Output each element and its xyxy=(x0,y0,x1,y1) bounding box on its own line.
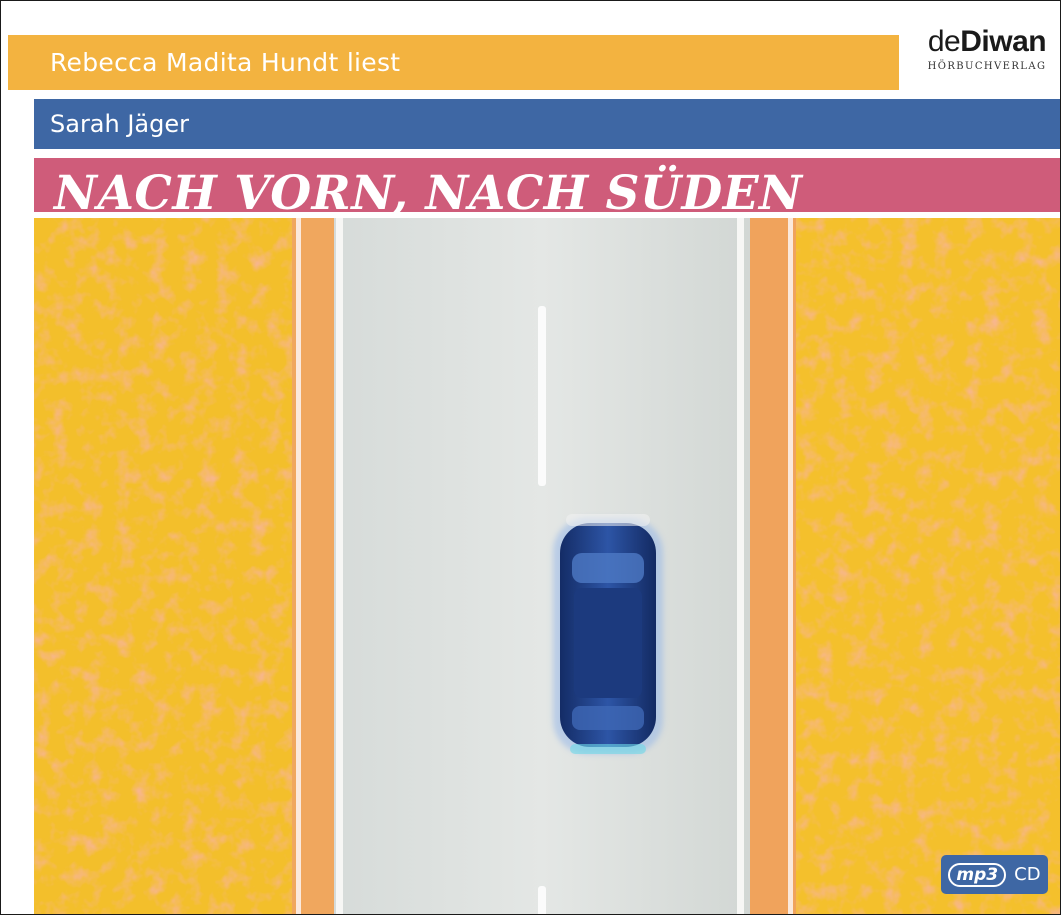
narrator-band: Rebecca Madita Hundt liest xyxy=(8,35,899,90)
publisher-logo-subtitle: HÖRBUCHVERLAG xyxy=(927,61,1047,72)
author-name: Sarah Jäger xyxy=(50,110,190,138)
aerial-road-image xyxy=(34,218,1060,914)
publisher-logo-wordmark: deDiwan xyxy=(927,25,1047,58)
lane-marking xyxy=(538,306,546,486)
book-title: NACH VORN, NACH SÜDEN xyxy=(54,166,803,212)
lane-marking xyxy=(538,886,546,914)
audiobook-cover: Rebecca Madita Hundt liest deDiwan HÖRBU… xyxy=(0,0,1061,915)
mp3-icon: mp3 xyxy=(948,862,1007,887)
mp3-cd-badge: mp3 CD xyxy=(941,855,1048,894)
road-illustration xyxy=(34,218,1060,914)
cd-label: CD xyxy=(1014,864,1041,885)
blue-car xyxy=(553,514,663,754)
title-band: NACH VORN, NACH SÜDEN xyxy=(34,158,1060,212)
publisher-logo: deDiwan HÖRBUCHVERLAG xyxy=(913,23,1060,93)
author-band: Sarah Jäger xyxy=(34,99,1060,149)
narrator-line: Rebecca Madita Hundt liest xyxy=(50,48,401,77)
